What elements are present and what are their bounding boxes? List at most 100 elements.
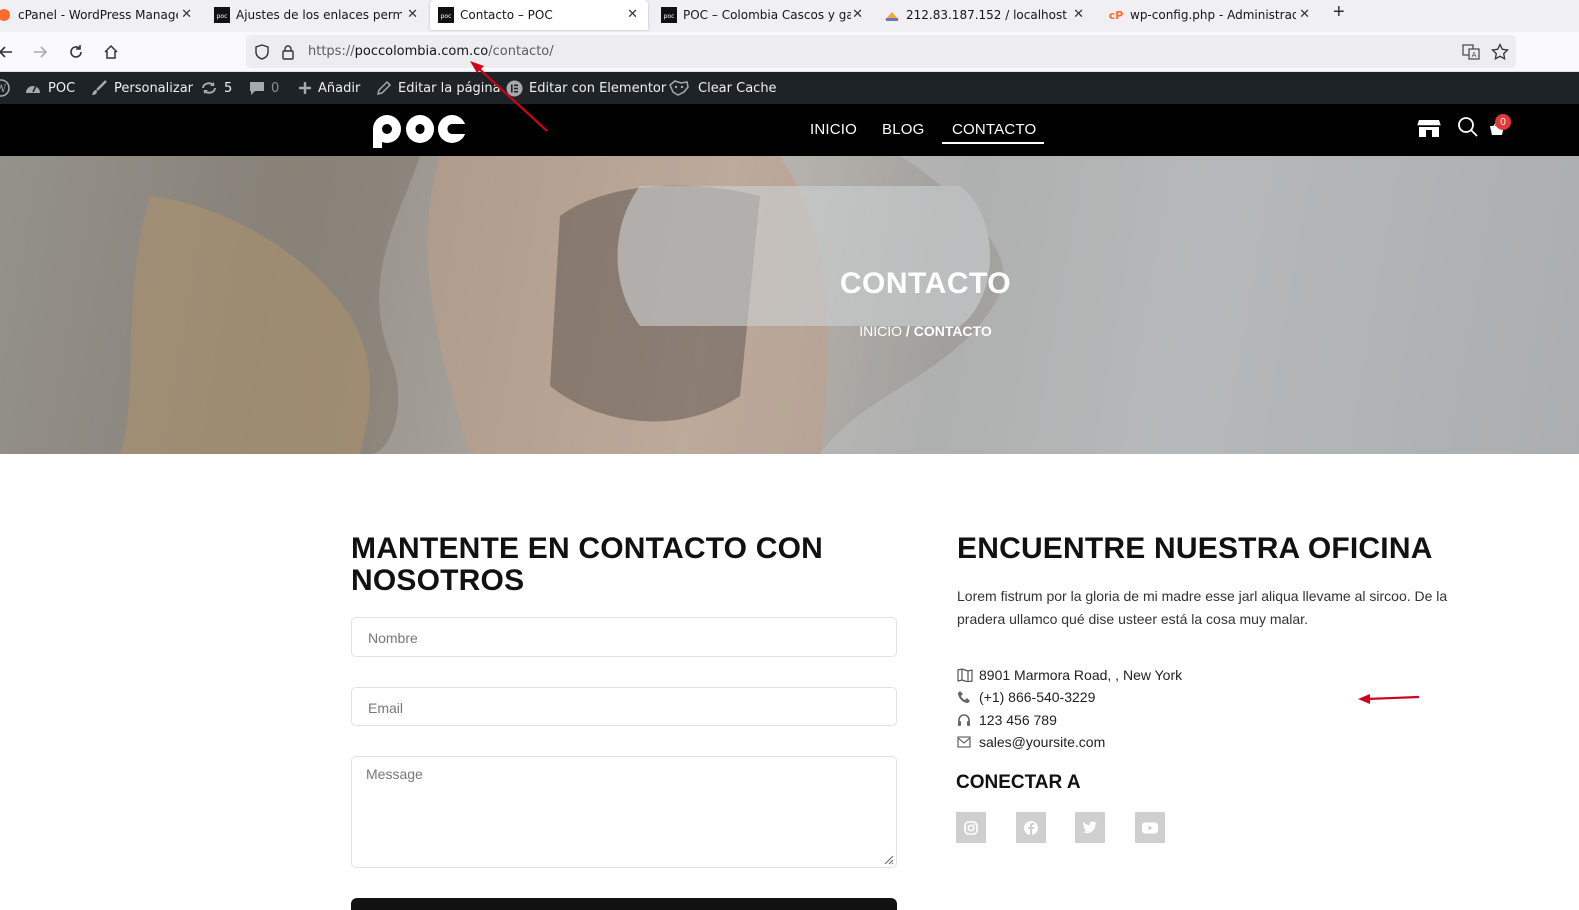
name-input[interactable]: Nombre bbox=[351, 617, 897, 657]
url-path: /contacto/ bbox=[488, 44, 554, 59]
twitter-icon[interactable] bbox=[1075, 812, 1105, 843]
youtube-icon[interactable] bbox=[1135, 812, 1165, 843]
admin-bar-edit-page-label: Editar la página bbox=[398, 80, 501, 96]
tab-title: Ajustes de los enlaces permanentes bbox=[236, 8, 402, 22]
translate-icon[interactable]: A bbox=[1462, 44, 1480, 60]
contact-heading: MANTENTE EN CONTACTO CON NOSOTROS bbox=[351, 533, 823, 597]
tab-ajustes-enlaces[interactable]: poc Ajustes de los enlaces permanentes ✕ bbox=[214, 0, 422, 30]
tab-title: cPanel - WordPress Manager bbox=[18, 8, 178, 22]
submit-button[interactable] bbox=[351, 898, 897, 910]
admin-bar-updates-count: 5 bbox=[224, 80, 233, 96]
poc-logo[interactable] bbox=[372, 112, 468, 148]
home-icon[interactable] bbox=[101, 42, 121, 62]
close-icon[interactable]: ✕ bbox=[852, 7, 863, 22]
hero-title: CONTACTO bbox=[839, 267, 1012, 300]
menu-item-contacto[interactable]: CONTACTO bbox=[952, 121, 1036, 138]
forward-arrow-icon[interactable] bbox=[30, 42, 50, 62]
phpmyadmin-icon bbox=[884, 7, 900, 23]
office-description: Lorem fistrum por la gloria de mi madre … bbox=[957, 588, 1448, 627]
contact-heading-line1: MANTENTE EN CONTACTO CON bbox=[351, 532, 824, 565]
phone2-row: 123 456 789 bbox=[957, 712, 1057, 728]
phone2-text[interactable]: 123 456 789 bbox=[979, 712, 1057, 728]
menu-item-blog[interactable]: BLOG bbox=[882, 121, 924, 138]
envelope-icon bbox=[957, 736, 973, 748]
bookmark-star-icon[interactable] bbox=[1491, 43, 1509, 61]
cpanel-icon: cP bbox=[1108, 7, 1124, 23]
svg-text:poc: poc bbox=[217, 13, 228, 20]
url-text[interactable]: https://poccolombia.com.co/contacto/ bbox=[308, 44, 554, 59]
url-scheme: https:// bbox=[308, 44, 355, 59]
email-input[interactable]: Email bbox=[351, 687, 897, 726]
cpanel-icon bbox=[0, 7, 12, 23]
tab-wp-config[interactable]: cP wp-config.php - Administrador ✕ bbox=[1108, 0, 1314, 30]
cache-cheetah-icon bbox=[668, 79, 690, 97]
back-arrow-icon[interactable] bbox=[0, 42, 16, 62]
office-heading: ENCUENTRE NUESTRA OFICINA bbox=[957, 532, 1433, 565]
breadcrumb: INICIO / CONTACTO bbox=[0, 323, 1579, 339]
store-icon[interactable] bbox=[1416, 116, 1442, 140]
map-icon bbox=[957, 668, 973, 682]
admin-bar-comments[interactable]: 0 bbox=[249, 72, 279, 104]
address-row: 8901 Marmora Road, , New York bbox=[957, 667, 1182, 683]
browser-navigation-bar: https://poccolombia.com.co/contacto/ A bbox=[0, 32, 1579, 72]
admin-bar-edit-elementor[interactable]: Editar con Elementor bbox=[506, 72, 666, 104]
breadcrumb-current: CONTACTO bbox=[913, 323, 992, 339]
plus-icon bbox=[298, 81, 312, 95]
email-row: sales@yoursite.com bbox=[957, 734, 1105, 750]
svg-text:A: A bbox=[1472, 51, 1477, 59]
name-placeholder: Nombre bbox=[368, 630, 418, 646]
message-placeholder: Message bbox=[366, 766, 423, 782]
dashboard-gauge-icon bbox=[24, 80, 42, 96]
admin-bar-edit-elementor-label: Editar con Elementor bbox=[529, 80, 667, 96]
reload-icon[interactable] bbox=[66, 42, 86, 62]
tab-title: 212.83.187.152 / localhost | phpMyAdmin bbox=[906, 8, 1070, 22]
elementor-icon bbox=[506, 80, 523, 97]
admin-bar-comments-count: 0 bbox=[271, 80, 280, 96]
admin-bar-clear-cache-label: Clear Cache bbox=[698, 80, 777, 96]
admin-bar-customize[interactable]: Personalizar bbox=[90, 72, 193, 104]
facebook-icon[interactable] bbox=[1016, 812, 1046, 843]
admin-bar-add-new[interactable]: Añadir bbox=[298, 72, 360, 104]
tab-poc-colombia[interactable]: poc POC – Colombia Cascos y gafas ✕ bbox=[661, 0, 867, 30]
breadcrumb-home[interactable]: INICIO bbox=[859, 323, 902, 339]
headset-icon bbox=[957, 713, 973, 727]
cart-count-badge: 0 bbox=[1495, 114, 1511, 130]
resize-handle-icon[interactable] bbox=[882, 853, 894, 865]
svg-text:poc: poc bbox=[441, 13, 452, 20]
admin-bar-updates[interactable]: 5 bbox=[200, 72, 232, 104]
connect-heading: CONECTAR A bbox=[956, 772, 1081, 793]
wp-admin-bar: W POC Personalizar 5 0 Añadir Editar la … bbox=[0, 72, 1579, 104]
message-textarea[interactable]: Message bbox=[351, 756, 897, 868]
close-icon[interactable]: ✕ bbox=[627, 7, 638, 22]
wordpress-logo-icon[interactable]: W bbox=[0, 72, 10, 104]
phone-icon bbox=[957, 690, 973, 704]
tab-phpmyadmin[interactable]: 212.83.187.152 / localhost | phpMyAdmin … bbox=[884, 0, 1088, 30]
instagram-icon[interactable] bbox=[956, 812, 986, 843]
menu-active-underline bbox=[942, 142, 1044, 144]
close-icon[interactable]: ✕ bbox=[407, 7, 418, 22]
phone-row: (+1) 866-540-3229 bbox=[957, 689, 1095, 705]
admin-bar-site-name[interactable]: POC bbox=[24, 72, 75, 104]
updates-refresh-icon bbox=[200, 80, 218, 96]
close-icon[interactable]: ✕ bbox=[181, 7, 192, 22]
tab-cpanel-wordpress[interactable]: cPanel - WordPress Manager ✕ bbox=[0, 0, 196, 30]
lock-icon[interactable] bbox=[280, 44, 296, 60]
hero-banner: CONTACTO INICIO / CONTACTO bbox=[0, 156, 1579, 454]
admin-bar-edit-page[interactable]: Editar la página bbox=[376, 72, 501, 104]
new-tab-button[interactable]: + bbox=[1333, 1, 1345, 24]
close-icon[interactable]: ✕ bbox=[1073, 7, 1084, 22]
comment-bubble-icon bbox=[249, 80, 265, 96]
admin-bar-add-new-label: Añadir bbox=[318, 80, 361, 96]
tab-title: POC – Colombia Cascos y gafas bbox=[683, 8, 851, 22]
admin-bar-customize-label: Personalizar bbox=[114, 80, 194, 96]
close-icon[interactable]: ✕ bbox=[1299, 7, 1310, 22]
address-bar[interactable]: https://poccolombia.com.co/contacto/ A bbox=[246, 35, 1516, 68]
phone-text[interactable]: (+1) 866-540-3229 bbox=[979, 689, 1095, 705]
browser-tab-strip: cPanel - WordPress Manager ✕ poc Ajustes… bbox=[0, 0, 1579, 32]
email-text[interactable]: sales@yoursite.com bbox=[979, 734, 1105, 750]
search-icon[interactable] bbox=[1457, 116, 1479, 138]
shield-icon[interactable] bbox=[254, 44, 270, 60]
tab-contacto-poc[interactable]: poc Contacto – POC ✕ bbox=[430, 0, 648, 30]
admin-bar-clear-cache[interactable]: Clear Cache bbox=[668, 72, 777, 104]
menu-item-inicio[interactable]: INICIO bbox=[810, 121, 857, 138]
